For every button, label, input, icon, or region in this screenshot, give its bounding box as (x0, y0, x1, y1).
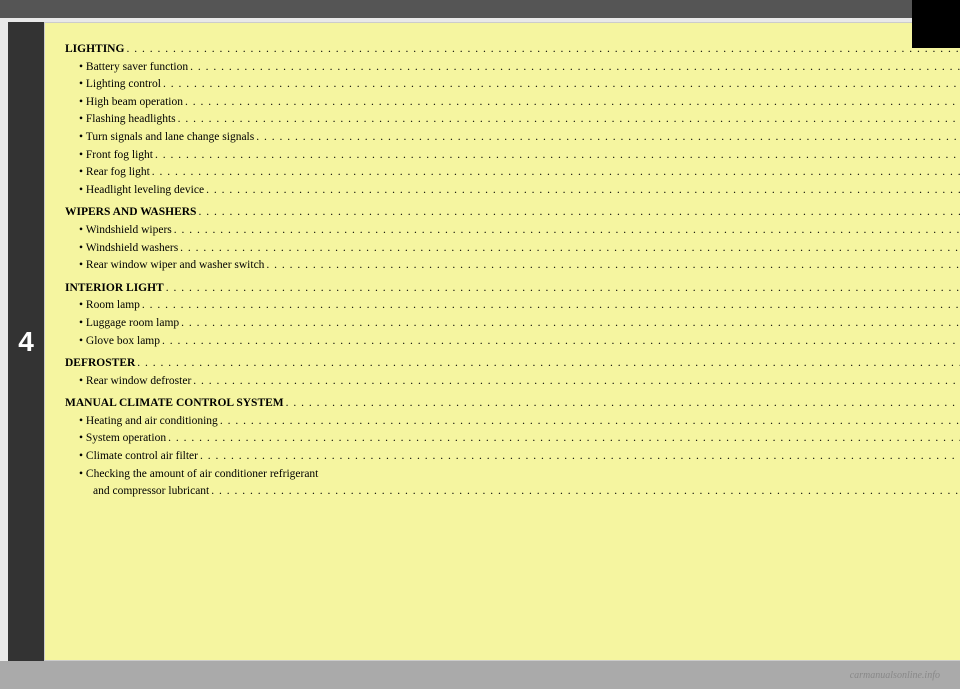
toc-line: • Room lamp . . . . . . . . . . . . . . … (65, 297, 960, 315)
toc-dot-leader: . . . . . . . . . . . . . . . . . . . . … (206, 182, 960, 200)
toc-dot-leader: . . . . . . . . . . . . . . . . . . . . … (211, 483, 960, 501)
toc-line: • Rear fog light . . . . . . . . . . . .… (65, 164, 960, 182)
toc-line: • Battery saver function . . . . . . . .… (65, 59, 960, 77)
content-area: 4 LIGHTING . . . . . . . . . . . . . . .… (8, 22, 952, 661)
toc-line: • Rear window wiper and washer switch . … (65, 257, 960, 275)
toc-line: WIPERS AND WASHERS . . . . . . . . . . .… (65, 204, 960, 222)
toc-line: • High beam operation . . . . . . . . . … (65, 94, 960, 112)
toc-line: • Heating and air conditioning . . . . .… (65, 413, 960, 431)
toc-entry-label: MANUAL CLIMATE CONTROL SYSTEM (65, 395, 284, 413)
toc-dot-leader: . . . . . . . . . . . . . . . . . . . . … (155, 147, 960, 165)
watermark-text: carmanualsonline.info (850, 670, 940, 681)
toc-entry-label: • Checking the amount of air conditioner… (65, 466, 318, 484)
toc-line: • Flashing headlights . . . . . . . . . … (65, 111, 960, 129)
toc-entry-label: • Climate control air filter (65, 448, 198, 466)
toc-dot-leader: . . . . . . . . . . . . . . . . . . . . … (190, 59, 960, 77)
toc-dot-leader: . . . . . . . . . . . . . . . . . . . . … (200, 448, 960, 466)
toc-entry-label: • High beam operation (65, 94, 183, 112)
toc-dot-leader: . . . . . . . . . . . . . . . . . . . . … (142, 297, 960, 315)
toc-entry-label: • Windshield wipers (65, 222, 172, 240)
bottom-bar: carmanualsonline.info (0, 661, 960, 689)
toc-entry-label: • Glove box lamp (65, 333, 160, 351)
page-wrapper: 4 LIGHTING . . . . . . . . . . . . . . .… (0, 0, 960, 689)
toc-entry-label: • Rear window wiper and washer switch (65, 257, 264, 275)
toc-entry-label: • Headlight leveling device (65, 182, 204, 200)
toc-entry-label: • Front fog light (65, 147, 153, 165)
toc-line: • Rear window defroster . . . . . . . . … (65, 373, 960, 391)
toc-line: • Windshield wipers . . . . . . . . . . … (65, 222, 960, 240)
chapter-marker-box (912, 0, 960, 48)
toc-dot-leader: . . . . . . . . . . . . . . . . . . . . … (174, 222, 960, 240)
toc-entry-label: • Lighting control (65, 76, 161, 94)
toc-line: • Turn signals and lane change signals .… (65, 129, 960, 147)
toc-entry-label: • Rear fog light (65, 164, 150, 182)
toc-line: and compressor lubricant . . . . . . . .… (65, 483, 960, 501)
main-content: LIGHTING . . . . . . . . . . . . . . . .… (44, 22, 960, 661)
toc-entry-label: • Luggage room lamp (65, 315, 179, 333)
toc-entry-label: INTERIOR LIGHT (65, 280, 164, 298)
toc-line: • Lighting control . . . . . . . . . . .… (65, 76, 960, 94)
toc-dot-leader: . . . . . . . . . . . . . . . . . . . . … (166, 280, 960, 298)
toc-dot-leader: . . . . . . . . . . . . . . . . . . . . … (152, 164, 960, 182)
toc-dot-leader: . . . . . . . . . . . . . . . . . . . . … (137, 355, 960, 373)
toc-dot-leader: . . . . . . . . . . . . . . . . . . . . … (266, 257, 960, 275)
toc-entry-label: • Flashing headlights (65, 111, 176, 129)
toc-line: • Luggage room lamp . . . . . . . . . . … (65, 315, 960, 333)
toc-line: • Windshield washers . . . . . . . . . .… (65, 240, 960, 258)
toc-entry-label: • Rear window defroster (65, 373, 191, 391)
toc-dot-leader: . . . . . . . . . . . . . . . . . . . . … (185, 94, 960, 112)
toc-entry-label: • Battery saver function (65, 59, 188, 77)
toc-dot-leader: . . . . . . . . . . . . . . . . . . . . … (286, 395, 960, 413)
toc-entry-label: • System operation (65, 430, 166, 448)
toc-dot-leader: . . . . . . . . . . . . . . . . . . . . … (198, 204, 960, 222)
toc-dot-leader: . . . . . . . . . . . . . . . . . . . . … (178, 111, 960, 129)
left-column: LIGHTING . . . . . . . . . . . . . . . .… (65, 41, 960, 646)
chapter-tab: 4 (8, 22, 44, 661)
toc-entry-label: • Heating and air conditioning (65, 413, 218, 431)
toc-line: DEFROSTER . . . . . . . . . . . . . . . … (65, 355, 960, 373)
toc-line: • System operation . . . . . . . . . . .… (65, 430, 960, 448)
top-bar (0, 0, 960, 18)
toc-dot-leader: . . . . . . . . . . . . . . . . . . . . … (168, 430, 960, 448)
toc-dot-leader: . . . . . . . . . . . . . . . . . . . . … (126, 41, 960, 59)
toc-dot-leader: . . . . . . . . . . . . . . . . . . . . … (180, 240, 960, 258)
toc-entry-label: DEFROSTER (65, 355, 135, 373)
toc-line: • Glove box lamp . . . . . . . . . . . .… (65, 333, 960, 351)
chapter-number: 4 (18, 326, 34, 358)
toc-entry-label: WIPERS AND WASHERS (65, 204, 196, 222)
toc-line: • Headlight leveling device . . . . . . … (65, 182, 960, 200)
toc-dot-leader: . . . . . . . . . . . . . . . . . . . . … (256, 129, 960, 147)
toc-dot-leader: . . . . . . . . . . . . . . . . . . . . … (193, 373, 960, 391)
toc-line: • Front fog light . . . . . . . . . . . … (65, 147, 960, 165)
toc-line: MANUAL CLIMATE CONTROL SYSTEM . . . . . … (65, 395, 960, 413)
toc-dot-leader: . . . . . . . . . . . . . . . . . . . . … (181, 315, 960, 333)
toc-line: • Climate control air filter . . . . . .… (65, 448, 960, 466)
toc-line: • Checking the amount of air conditioner… (65, 466, 960, 484)
toc-entry-label: and compressor lubricant (65, 483, 209, 501)
toc-entry-label: • Turn signals and lane change signals (65, 129, 254, 147)
toc-dot-leader: . . . . . . . . . . . . . . . . . . . . … (163, 76, 960, 94)
toc-entry-label: • Room lamp (65, 297, 140, 315)
toc-line: LIGHTING . . . . . . . . . . . . . . . .… (65, 41, 960, 59)
toc-entry-label: LIGHTING (65, 41, 124, 59)
toc-dot-leader: . . . . . . . . . . . . . . . . . . . . … (220, 413, 960, 431)
toc-dot-leader: . . . . . . . . . . . . . . . . . . . . … (162, 333, 960, 351)
toc-entry-label: • Windshield washers (65, 240, 178, 258)
toc-line: INTERIOR LIGHT . . . . . . . . . . . . .… (65, 280, 960, 298)
